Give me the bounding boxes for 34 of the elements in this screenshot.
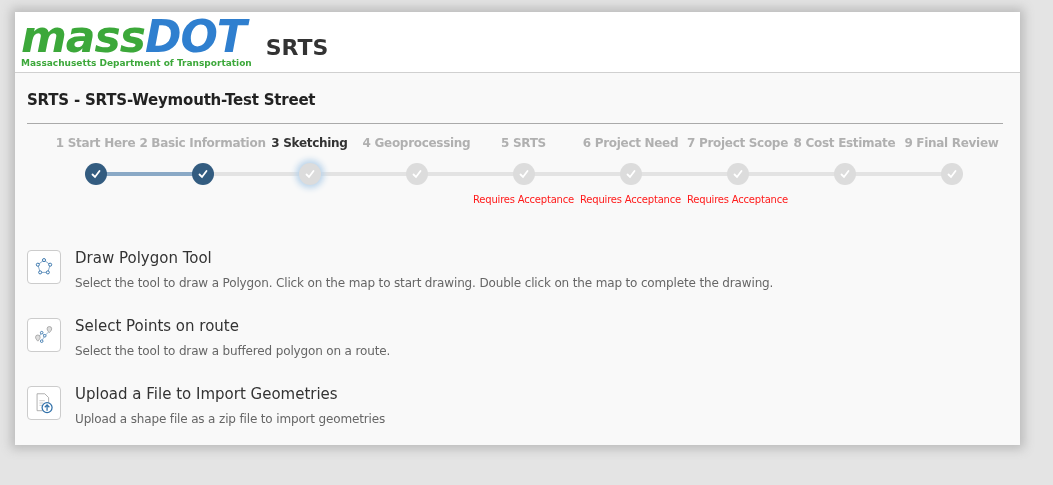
step-label[interactable]: 2 Basic Information (139, 136, 266, 154)
step-label[interactable]: 5 SRTS (501, 136, 546, 154)
tool-title: Upload a File to Import Geometries (75, 384, 339, 405)
tool-title: Select Points on route (75, 316, 240, 337)
step-label[interactable]: 8 Cost Estimate (793, 136, 896, 154)
check-icon (624, 168, 637, 180)
check-icon (410, 168, 423, 180)
step-indicator[interactable] (191, 163, 214, 185)
step-label[interactable]: 4 Geoprocessing (362, 136, 471, 154)
app-name: SRTS (265, 34, 329, 60)
check-icon (517, 168, 530, 180)
step-label[interactable]: 7 Project Scope (687, 136, 788, 154)
step-label[interactable]: 3 Sketching (271, 136, 348, 154)
tool-title: Draw Polygon Tool (75, 248, 213, 269)
check-icon (731, 168, 744, 180)
acceptance-note: Requires Acceptance (687, 194, 788, 207)
check-icon (196, 168, 209, 180)
acceptance-note: Requires Acceptance (580, 194, 681, 207)
check-icon (838, 168, 851, 180)
tool-description: Select the tool to draw a buffered polygon on a route. (75, 343, 391, 359)
page-title: SRTS - SRTS-Weymouth-Test Street (27, 90, 317, 111)
tool-description: Select the tool to draw a Polygon. Click on the map to start drawing. Double click on the map to complete the drawing. (75, 275, 774, 291)
tool-button[interactable] (27, 318, 61, 352)
step-indicator[interactable] (84, 163, 107, 185)
tool-button[interactable] (27, 386, 61, 420)
check-icon (89, 168, 102, 180)
tool-description: Upload a shape file as a zip file to import geometries (75, 411, 386, 427)
step-label[interactable]: 9 Final Review (904, 136, 999, 154)
step-label[interactable]: 6 Project Need (582, 136, 679, 154)
check-icon (303, 168, 316, 180)
check-icon (945, 168, 958, 180)
step-label[interactable]: 1 Start Here (55, 136, 136, 154)
acceptance-note: Requires Acceptance (473, 194, 574, 207)
tool-button[interactable] (27, 250, 61, 284)
